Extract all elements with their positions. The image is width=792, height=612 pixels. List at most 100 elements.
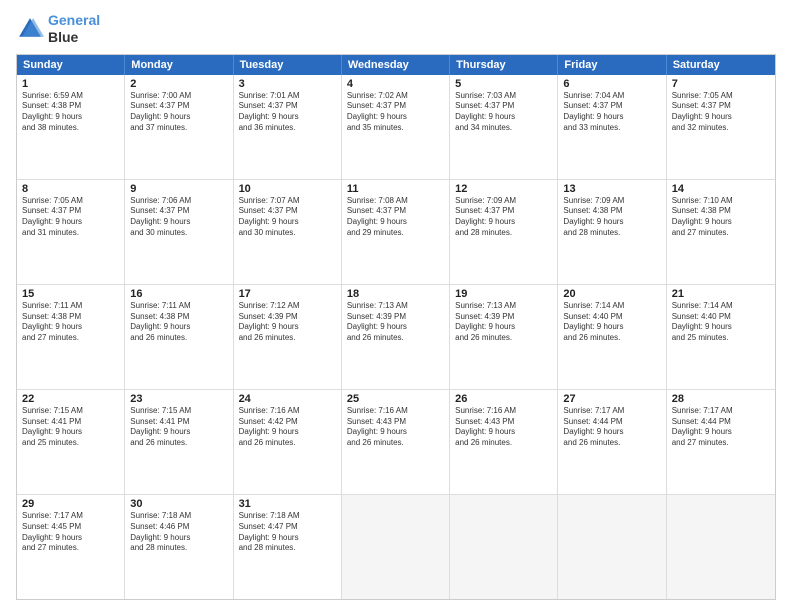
- empty-cell: [342, 495, 450, 599]
- day-cell-24: 24Sunrise: 7:16 AM Sunset: 4:42 PM Dayli…: [234, 390, 342, 494]
- day-info: Sunrise: 7:15 AM Sunset: 4:41 PM Dayligh…: [130, 406, 227, 449]
- day-info: Sunrise: 7:11 AM Sunset: 4:38 PM Dayligh…: [22, 301, 119, 344]
- day-number: 10: [239, 183, 336, 195]
- day-number: 9: [130, 183, 227, 195]
- week-row-2: 8Sunrise: 7:05 AM Sunset: 4:37 PM Daylig…: [17, 180, 775, 285]
- calendar-header: SundayMondayTuesdayWednesdayThursdayFrid…: [17, 55, 775, 75]
- logo-text: General Blue: [48, 12, 100, 46]
- day-info: Sunrise: 7:00 AM Sunset: 4:37 PM Dayligh…: [130, 91, 227, 134]
- page: General Blue SundayMondayTuesdayWednesda…: [0, 0, 792, 612]
- day-cell-4: 4Sunrise: 7:02 AM Sunset: 4:37 PM Daylig…: [342, 75, 450, 179]
- day-cell-25: 25Sunrise: 7:16 AM Sunset: 4:43 PM Dayli…: [342, 390, 450, 494]
- day-cell-3: 3Sunrise: 7:01 AM Sunset: 4:37 PM Daylig…: [234, 75, 342, 179]
- day-number: 17: [239, 288, 336, 300]
- day-number: 31: [239, 498, 336, 510]
- day-info: Sunrise: 7:18 AM Sunset: 4:46 PM Dayligh…: [130, 511, 227, 554]
- day-cell-20: 20Sunrise: 7:14 AM Sunset: 4:40 PM Dayli…: [558, 285, 666, 389]
- week-row-5: 29Sunrise: 7:17 AM Sunset: 4:45 PM Dayli…: [17, 495, 775, 599]
- day-cell-16: 16Sunrise: 7:11 AM Sunset: 4:38 PM Dayli…: [125, 285, 233, 389]
- day-number: 28: [672, 393, 770, 405]
- day-number: 18: [347, 288, 444, 300]
- day-info: Sunrise: 7:17 AM Sunset: 4:45 PM Dayligh…: [22, 511, 119, 554]
- day-cell-10: 10Sunrise: 7:07 AM Sunset: 4:37 PM Dayli…: [234, 180, 342, 284]
- day-cell-22: 22Sunrise: 7:15 AM Sunset: 4:41 PM Dayli…: [17, 390, 125, 494]
- day-number: 2: [130, 78, 227, 90]
- week-row-4: 22Sunrise: 7:15 AM Sunset: 4:41 PM Dayli…: [17, 390, 775, 495]
- day-cell-30: 30Sunrise: 7:18 AM Sunset: 4:46 PM Dayli…: [125, 495, 233, 599]
- day-cell-19: 19Sunrise: 7:13 AM Sunset: 4:39 PM Dayli…: [450, 285, 558, 389]
- day-number: 23: [130, 393, 227, 405]
- day-cell-26: 26Sunrise: 7:16 AM Sunset: 4:43 PM Dayli…: [450, 390, 558, 494]
- header-day-saturday: Saturday: [667, 55, 775, 75]
- day-info: Sunrise: 7:13 AM Sunset: 4:39 PM Dayligh…: [455, 301, 552, 344]
- day-cell-14: 14Sunrise: 7:10 AM Sunset: 4:38 PM Dayli…: [667, 180, 775, 284]
- calendar-body: 1Sunrise: 6:59 AM Sunset: 4:38 PM Daylig…: [17, 75, 775, 599]
- day-number: 13: [563, 183, 660, 195]
- day-number: 20: [563, 288, 660, 300]
- week-row-3: 15Sunrise: 7:11 AM Sunset: 4:38 PM Dayli…: [17, 285, 775, 390]
- day-number: 26: [455, 393, 552, 405]
- day-number: 21: [672, 288, 770, 300]
- header-day-monday: Monday: [125, 55, 233, 75]
- day-number: 19: [455, 288, 552, 300]
- day-number: 25: [347, 393, 444, 405]
- day-cell-7: 7Sunrise: 7:05 AM Sunset: 4:37 PM Daylig…: [667, 75, 775, 179]
- day-number: 15: [22, 288, 119, 300]
- day-info: Sunrise: 7:05 AM Sunset: 4:37 PM Dayligh…: [22, 196, 119, 239]
- day-info: Sunrise: 7:09 AM Sunset: 4:38 PM Dayligh…: [563, 196, 660, 239]
- day-info: Sunrise: 7:13 AM Sunset: 4:39 PM Dayligh…: [347, 301, 444, 344]
- day-cell-5: 5Sunrise: 7:03 AM Sunset: 4:37 PM Daylig…: [450, 75, 558, 179]
- day-info: Sunrise: 7:01 AM Sunset: 4:37 PM Dayligh…: [239, 91, 336, 134]
- day-info: Sunrise: 7:16 AM Sunset: 4:43 PM Dayligh…: [347, 406, 444, 449]
- day-info: Sunrise: 7:06 AM Sunset: 4:37 PM Dayligh…: [130, 196, 227, 239]
- header-day-friday: Friday: [558, 55, 666, 75]
- day-info: Sunrise: 7:14 AM Sunset: 4:40 PM Dayligh…: [672, 301, 770, 344]
- day-info: Sunrise: 7:05 AM Sunset: 4:37 PM Dayligh…: [672, 91, 770, 134]
- week-row-1: 1Sunrise: 6:59 AM Sunset: 4:38 PM Daylig…: [17, 75, 775, 180]
- day-info: Sunrise: 7:08 AM Sunset: 4:37 PM Dayligh…: [347, 196, 444, 239]
- day-cell-27: 27Sunrise: 7:17 AM Sunset: 4:44 PM Dayli…: [558, 390, 666, 494]
- day-cell-6: 6Sunrise: 7:04 AM Sunset: 4:37 PM Daylig…: [558, 75, 666, 179]
- day-info: Sunrise: 7:07 AM Sunset: 4:37 PM Dayligh…: [239, 196, 336, 239]
- day-info: Sunrise: 7:15 AM Sunset: 4:41 PM Dayligh…: [22, 406, 119, 449]
- day-number: 22: [22, 393, 119, 405]
- day-info: Sunrise: 7:11 AM Sunset: 4:38 PM Dayligh…: [130, 301, 227, 344]
- day-cell-9: 9Sunrise: 7:06 AM Sunset: 4:37 PM Daylig…: [125, 180, 233, 284]
- day-number: 1: [22, 78, 119, 90]
- day-cell-29: 29Sunrise: 7:17 AM Sunset: 4:45 PM Dayli…: [17, 495, 125, 599]
- calendar: SundayMondayTuesdayWednesdayThursdayFrid…: [16, 54, 776, 600]
- day-number: 3: [239, 78, 336, 90]
- day-number: 8: [22, 183, 119, 195]
- day-cell-8: 8Sunrise: 7:05 AM Sunset: 4:37 PM Daylig…: [17, 180, 125, 284]
- header-day-thursday: Thursday: [450, 55, 558, 75]
- header: General Blue: [16, 12, 776, 46]
- empty-cell: [667, 495, 775, 599]
- day-info: Sunrise: 7:16 AM Sunset: 4:42 PM Dayligh…: [239, 406, 336, 449]
- day-number: 11: [347, 183, 444, 195]
- day-cell-21: 21Sunrise: 7:14 AM Sunset: 4:40 PM Dayli…: [667, 285, 775, 389]
- day-cell-23: 23Sunrise: 7:15 AM Sunset: 4:41 PM Dayli…: [125, 390, 233, 494]
- day-info: Sunrise: 7:04 AM Sunset: 4:37 PM Dayligh…: [563, 91, 660, 134]
- day-info: Sunrise: 7:02 AM Sunset: 4:37 PM Dayligh…: [347, 91, 444, 134]
- day-number: 30: [130, 498, 227, 510]
- day-cell-18: 18Sunrise: 7:13 AM Sunset: 4:39 PM Dayli…: [342, 285, 450, 389]
- header-day-sunday: Sunday: [17, 55, 125, 75]
- day-number: 12: [455, 183, 552, 195]
- day-cell-12: 12Sunrise: 7:09 AM Sunset: 4:37 PM Dayli…: [450, 180, 558, 284]
- day-info: Sunrise: 7:18 AM Sunset: 4:47 PM Dayligh…: [239, 511, 336, 554]
- logo: General Blue: [16, 12, 100, 46]
- empty-cell: [450, 495, 558, 599]
- day-info: Sunrise: 7:14 AM Sunset: 4:40 PM Dayligh…: [563, 301, 660, 344]
- day-number: 7: [672, 78, 770, 90]
- day-cell-11: 11Sunrise: 7:08 AM Sunset: 4:37 PM Dayli…: [342, 180, 450, 284]
- day-info: Sunrise: 6:59 AM Sunset: 4:38 PM Dayligh…: [22, 91, 119, 134]
- day-number: 24: [239, 393, 336, 405]
- logo-icon: [16, 15, 44, 43]
- day-number: 4: [347, 78, 444, 90]
- day-info: Sunrise: 7:17 AM Sunset: 4:44 PM Dayligh…: [672, 406, 770, 449]
- day-info: Sunrise: 7:17 AM Sunset: 4:44 PM Dayligh…: [563, 406, 660, 449]
- day-info: Sunrise: 7:03 AM Sunset: 4:37 PM Dayligh…: [455, 91, 552, 134]
- header-day-wednesday: Wednesday: [342, 55, 450, 75]
- day-info: Sunrise: 7:10 AM Sunset: 4:38 PM Dayligh…: [672, 196, 770, 239]
- day-info: Sunrise: 7:09 AM Sunset: 4:37 PM Dayligh…: [455, 196, 552, 239]
